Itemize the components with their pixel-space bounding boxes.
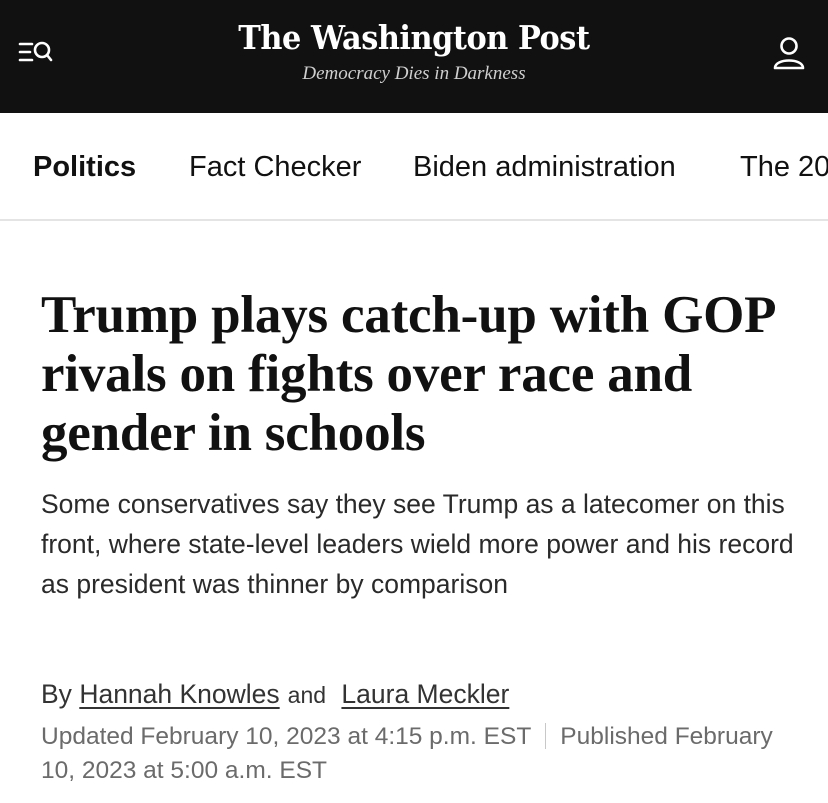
account-button[interactable] bbox=[770, 34, 808, 72]
top-bar: The Washington Post Democracy Dies in Da… bbox=[0, 0, 828, 113]
brand-logo[interactable]: The Washington Post bbox=[238, 16, 590, 60]
nav-item-2024-election[interactable]: The 2024 Election bbox=[740, 151, 828, 184]
section-nav: Politics Fact Checker Biden administrati… bbox=[0, 113, 828, 221]
timestamps: Updated February 10, 2023 at 4:15 p.m. E… bbox=[41, 720, 801, 788]
byline-conjunction: and bbox=[287, 682, 327, 708]
author-link-laura-meckler[interactable]: Laura Meckler bbox=[341, 679, 509, 709]
nav-item-politics[interactable]: Politics bbox=[33, 151, 136, 184]
author-link-hannah-knowles[interactable]: Hannah Knowles bbox=[79, 679, 279, 709]
person-icon bbox=[773, 37, 805, 70]
byline: By Hannah Knowles and Laura Meckler bbox=[41, 676, 509, 713]
updated-timestamp: Updated February 10, 2023 at 4:15 p.m. E… bbox=[41, 723, 532, 750]
headline: Trump plays catch-up with GOP rivals on … bbox=[41, 286, 774, 462]
masthead[interactable]: The Washington Post Democracy Dies in Da… bbox=[0, 16, 828, 86]
divider bbox=[545, 723, 547, 749]
nav-item-fact-checker[interactable]: Fact Checker bbox=[189, 151, 361, 184]
nav-item-biden-administration[interactable]: Biden administration bbox=[413, 151, 676, 184]
article-dek: Some conservatives say they see Trump as… bbox=[41, 489, 794, 599]
tagline: Democracy Dies in Darkness bbox=[302, 63, 526, 84]
byline-prefix: By bbox=[41, 679, 72, 709]
